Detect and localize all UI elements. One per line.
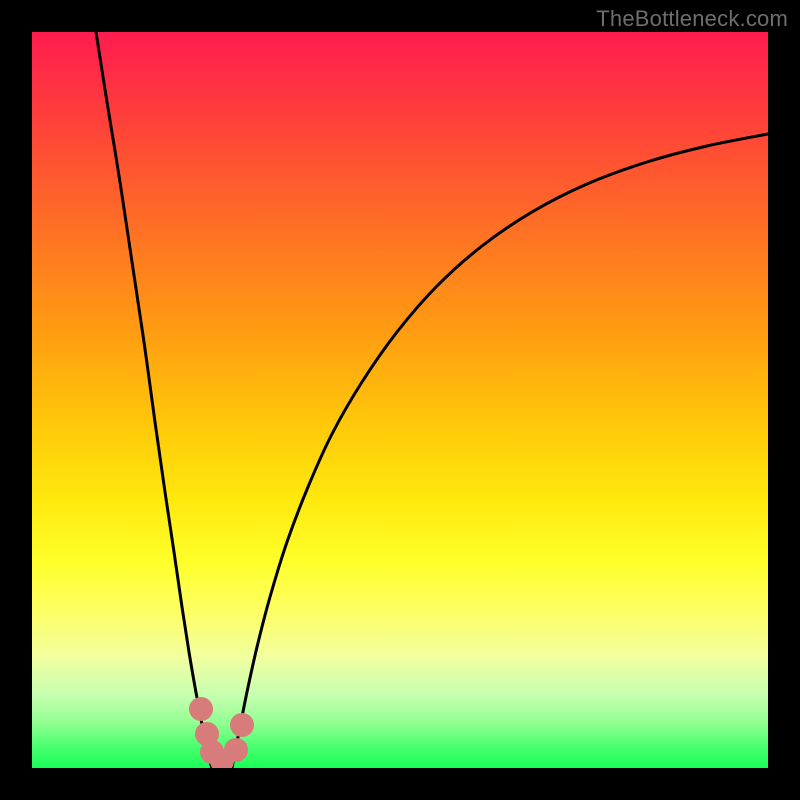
- marker-dot: [224, 738, 248, 762]
- chart-frame: TheBottleneck.com: [0, 0, 800, 800]
- marker-dot: [189, 697, 213, 721]
- curve-left-curve: [96, 32, 212, 768]
- watermark-text: TheBottleneck.com: [596, 6, 788, 32]
- plot-area: [32, 32, 768, 768]
- plot-svg: [32, 32, 768, 768]
- marker-dot: [230, 713, 254, 737]
- curve-right-curve: [232, 134, 768, 768]
